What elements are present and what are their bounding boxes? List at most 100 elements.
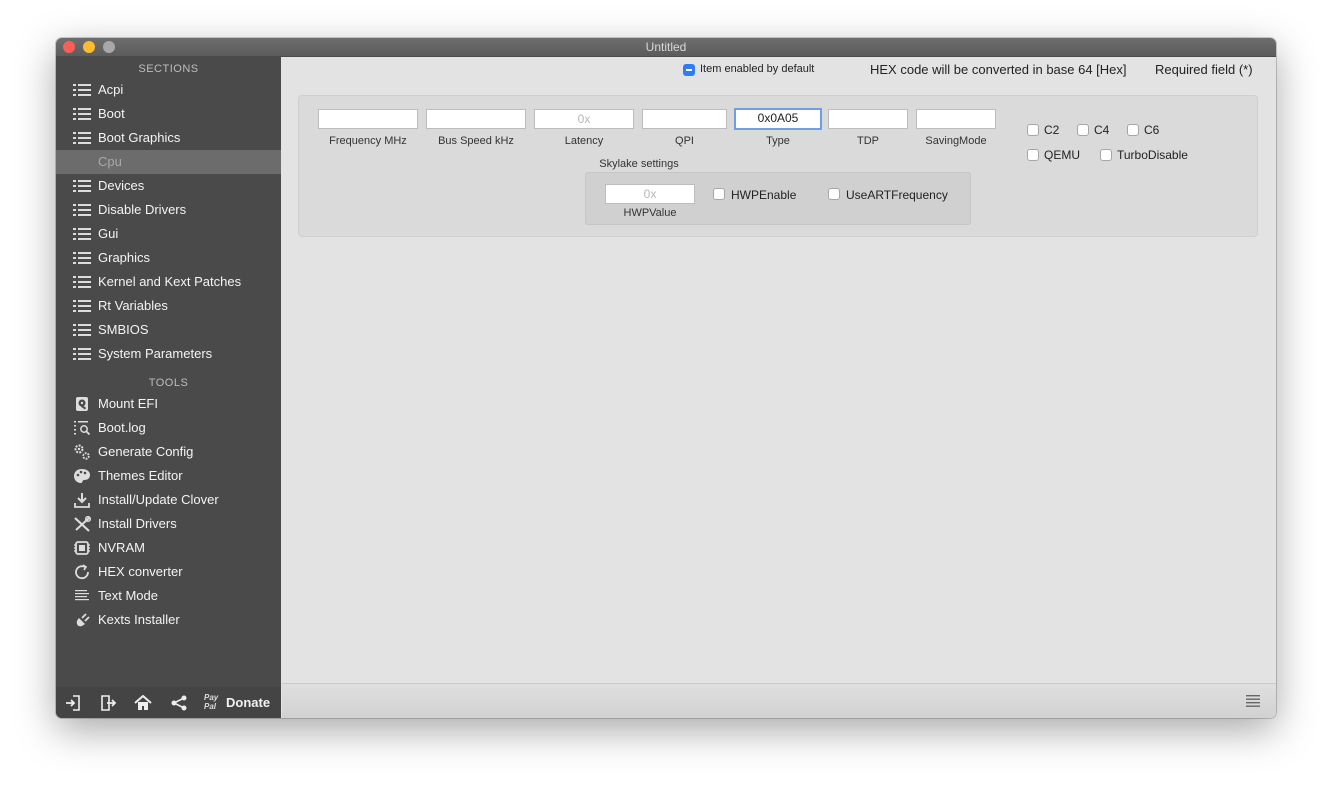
type-input[interactable]: 0x0A05 [734,108,822,130]
tools-item-install-drivers[interactable]: Install Drivers [56,512,281,536]
item-enabled-default-label: Item enabled by default [700,63,815,75]
tools-item-label: Boot.log [98,420,146,435]
tools-item-label: Install/Update Clover [98,492,219,507]
log-search-icon [73,420,91,436]
qemu-checkbox[interactable] [1027,149,1039,161]
bus-speed-input[interactable] [426,109,526,129]
sidebar-item-boot-graphics[interactable]: Boot Graphics [56,126,281,150]
tools-icon [73,515,92,532]
download-icon [73,492,91,508]
tdp-label: TDP [857,135,879,147]
tools-item-label: Install Drivers [98,516,177,531]
bus-speed-label: Bus Speed kHz [438,135,514,147]
home-icon[interactable] [134,695,152,711]
use-art-frequency-label: UseARTFrequency [846,188,948,202]
list-icon [73,178,91,194]
qpi-input[interactable] [642,109,727,129]
tools-item-label: Themes Editor [98,468,183,483]
tools-item-generate-config[interactable]: Generate Config [56,440,281,464]
sidebar-item-label: Boot [98,106,125,121]
sidebar-item-acpi[interactable]: Acpi [56,78,281,102]
hwp-enable-checkbox[interactable] [713,188,725,200]
sidebar-item-system-parameters[interactable]: System Parameters [56,342,281,366]
tools-item-kexts-installer[interactable]: Kexts Installer [56,608,281,632]
sidebar-item-label: System Parameters [98,346,213,361]
skylake-settings-title: Skylake settings [599,158,679,170]
blank-icon [73,154,91,170]
use-art-frequency-checkbox[interactable] [828,188,840,200]
c4-label: C4 [1094,123,1110,137]
sidebar-item-cpu[interactable]: Cpu [56,150,281,174]
list-icon [73,274,91,290]
c4-checkbox[interactable] [1077,124,1089,136]
tools-item-label: NVRAM [98,540,145,555]
disk-icon [73,396,91,412]
donate-label: Donate [226,695,271,710]
list-icon [73,202,91,218]
cpu-settings-panel: Frequency MHz Bus Speed kHz 0x Latency Q… [298,95,1258,237]
hex-note: HEX code will be converted in base 64 [H… [870,62,1127,77]
sidebar-item-devices[interactable]: Devices [56,174,281,198]
tools-item-themes-editor[interactable]: Themes Editor [56,464,281,488]
list-icon [73,298,91,314]
menu-lines-icon[interactable] [1246,695,1260,707]
sidebar-item-graphics[interactable]: Graphics [56,246,281,270]
list-icon [73,346,91,362]
tools-item-hex-converter[interactable]: HEX converter [56,560,281,584]
list-icon [73,106,91,122]
paypal-logo: Pay Pal [204,693,219,711]
title-bar: Untitled [56,38,1276,57]
sections-header: SECTIONS [138,63,199,75]
tools-item-label: Generate Config [98,444,194,459]
saving-mode-label: SavingMode [925,135,987,147]
tdp-input[interactable] [828,109,908,129]
sidebar-item-rt-variables[interactable]: Rt Variables [56,294,281,318]
list-icon [73,82,91,98]
tools-item-boot-log[interactable]: Boot.log [56,416,281,440]
sidebar-item-kernel-and-kext-patches[interactable]: Kernel and Kext Patches [56,270,281,294]
hwp-enable-label: HWPEnable [731,188,797,202]
import-icon[interactable] [64,695,82,711]
main-window: Untitled SECTIONS Acpi Boot Boot Graphics C… [56,38,1276,718]
qpi-label: QPI [675,135,694,147]
share-icon[interactable] [170,695,188,711]
list-icon [73,250,91,266]
palette-icon [73,468,91,484]
saving-mode-input[interactable] [916,109,996,129]
c2-label: C2 [1044,123,1060,137]
tools-item-install-update-clover[interactable]: Install/Update Clover [56,488,281,512]
sidebar-item-label: SMBIOS [98,322,149,337]
turbo-disable-checkbox[interactable] [1100,149,1112,161]
refresh-icon [73,564,91,580]
sidebar-item-label: Graphics [98,250,151,265]
tools-item-label: HEX converter [98,564,183,579]
tools-item-nvram[interactable]: NVRAM [56,536,281,560]
item-enabled-default-checkbox[interactable] [683,64,695,76]
gears-icon [73,444,91,460]
export-icon[interactable] [99,695,117,711]
sidebar-item-gui[interactable]: Gui [56,222,281,246]
tools-item-text-mode[interactable]: Text Mode [56,584,281,608]
tools-header: TOOLS [148,377,189,389]
sidebar-item-boot[interactable]: Boot [56,102,281,126]
sidebar-item-label: Rt Variables [98,298,168,313]
c2-checkbox[interactable] [1027,124,1039,136]
frequency-mhz-input[interactable] [318,109,418,129]
hwp-value-input[interactable]: 0x [605,184,695,204]
type-label: Type [766,135,790,147]
turbo-disable-label: TurboDisable [1117,148,1188,162]
c6-checkbox[interactable] [1127,124,1139,136]
sidebar-item-label: Gui [98,226,119,241]
skylake-settings-group: 0x HWPValue HWPEnable UseARTFrequency [585,172,971,225]
latency-label: Latency [564,135,604,147]
sidebar-item-smbios[interactable]: SMBIOS [56,318,281,342]
tools-item-label: Mount EFI [98,396,158,411]
latency-input[interactable]: 0x [534,109,634,129]
sidebar: SECTIONS Acpi Boot Boot Graphics Cpu Devices… [56,57,281,718]
sidebar-item-label: Cpu [98,154,122,169]
tools-item-label: Text Mode [98,588,158,603]
sidebar-item-disable-drivers[interactable]: Disable Drivers [56,198,281,222]
tools-item-mount-efi[interactable]: Mount EFI [56,392,281,416]
list-icon [73,226,91,242]
sidebar-item-label: Devices [98,178,145,193]
